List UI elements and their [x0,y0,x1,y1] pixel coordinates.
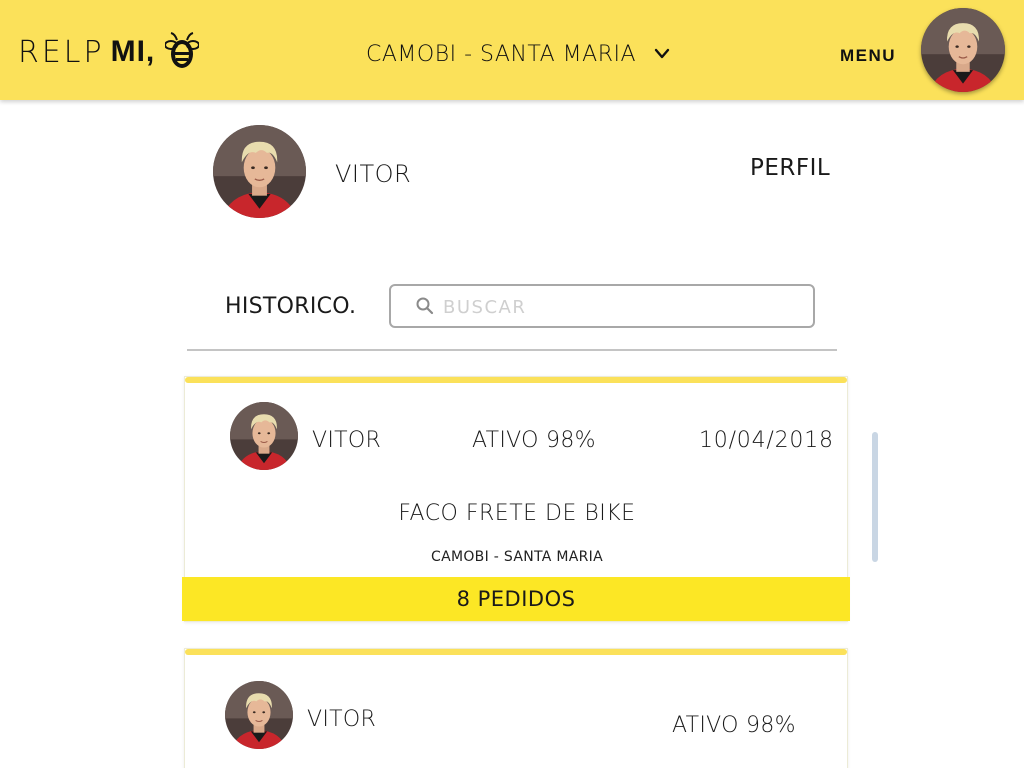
history-card[interactable]: VITOR ATIVO 98% 10/04/2018 FACO FRETE DE… [182,376,850,622]
logo-text-right: MI, [110,35,156,68]
app-logo[interactable]: RELP MI, [18,32,200,72]
scrollbar[interactable] [872,432,878,562]
search-box[interactable] [389,284,815,328]
card-title: FACO FRETE DE BIKE [398,501,636,526]
profile-link[interactable]: PERFIL [750,155,830,181]
card-location: CAMOBI - SANTA MARIA [431,549,603,565]
menu-button[interactable]: MENU [840,46,896,66]
card-accent-bar [185,649,847,655]
card-name: VITOR [312,428,382,453]
profile-avatar [213,125,306,218]
chevron-down-icon[interactable] [652,44,672,64]
search-icon [416,297,434,315]
card-status: ATIVO 98% [672,713,796,738]
section-divider [187,349,837,351]
orders-button[interactable]: 8 PEDIDOS [182,577,850,621]
search-input[interactable] [443,294,793,320]
profile-name: VITOR [335,160,412,188]
top-header: RELP MI, CAMOBI - SANTA MARIA MENU [0,0,1024,100]
card-avatar [230,402,298,470]
logo-text-left: RELP [18,34,105,70]
history-card[interactable]: VITOR ATIVO 98% [184,648,848,768]
bee-icon [165,32,200,68]
card-date: 10/04/2018 [699,428,834,453]
location-selector-label[interactable]: CAMOBI - SANTA MARIA [366,42,636,67]
card-status: ATIVO 98% [472,428,596,453]
card-name: VITOR [307,707,377,732]
history-label: HISTORICO. [225,294,357,319]
user-avatar[interactable] [921,8,1005,92]
card-accent-bar [185,377,847,383]
card-avatar [225,681,293,749]
